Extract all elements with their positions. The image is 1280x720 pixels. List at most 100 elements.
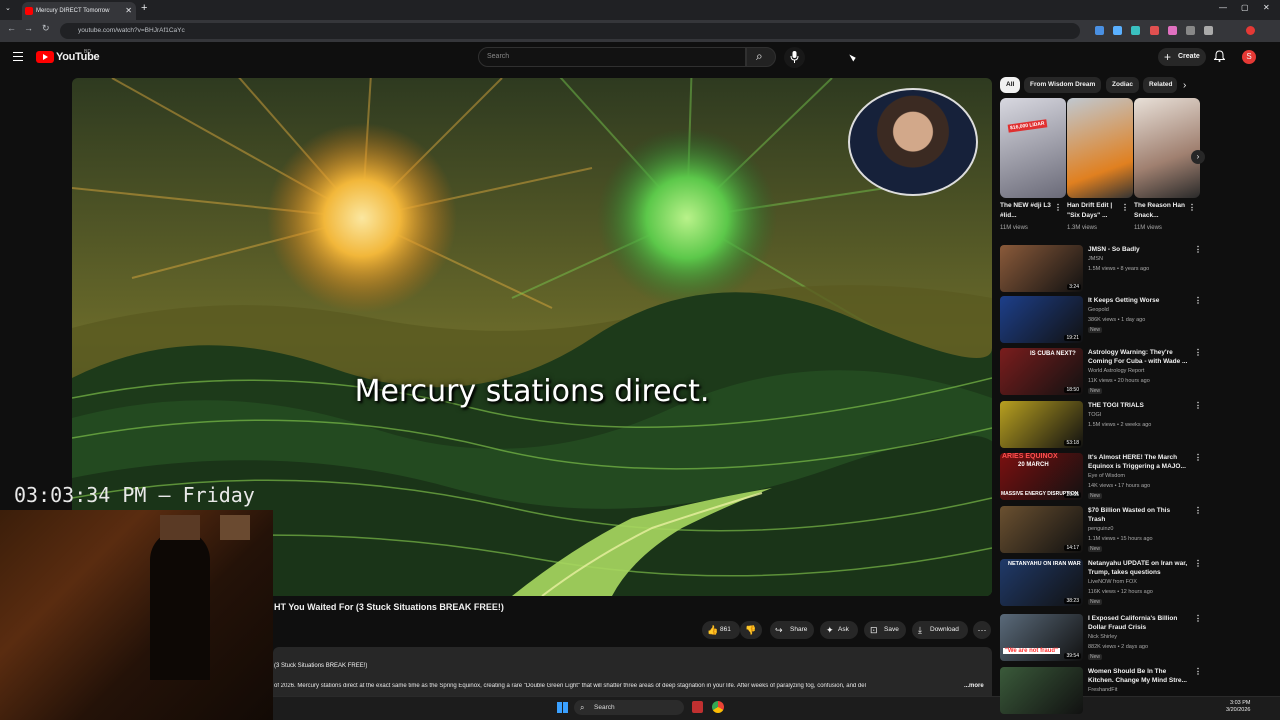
recommendation-title-line2[interactable]: Trump, takes questions <box>1088 568 1190 577</box>
recommendation-more-icon[interactable]: ⋮ <box>1194 559 1202 568</box>
maximize-icon[interactable]: ▢ <box>1241 3 1249 12</box>
recommendation-item[interactable]: Women Should Be In The Kitchen. Change My… <box>1000 667 1202 717</box>
forward-icon[interactable]: → <box>24 23 33 33</box>
search-button[interactable]: ⌕ <box>746 47 776 67</box>
recommendation-channel[interactable]: JMSN <box>1088 256 1103 262</box>
chip-related[interactable]: Related <box>1143 77 1177 93</box>
recommendation-title-line2[interactable]: Kitchen. Change My Mind Stre... <box>1088 676 1190 685</box>
recommendation-more-icon[interactable]: ⋮ <box>1194 296 1202 305</box>
taskbar-clock[interactable]: 3:03 PM 3/20/2026 <box>1226 700 1250 714</box>
show-more-link[interactable]: ...more <box>962 683 984 689</box>
recommendation-more-icon[interactable]: ⋮ <box>1194 614 1202 623</box>
recommendation-more-icon[interactable]: ⋮ <box>1194 401 1202 410</box>
short-more-icon[interactable]: ⋮ <box>1121 203 1129 212</box>
save-button[interactable]: ⊡ Save <box>864 621 906 639</box>
extension-icon[interactable] <box>1186 26 1195 35</box>
chip-all[interactable]: All <box>1000 77 1021 93</box>
extension-icon[interactable] <box>1150 26 1159 35</box>
recommendation-title[interactable]: JMSN - So Badly <box>1088 245 1190 254</box>
recommendation-item[interactable]: 53:18 THE TOGI TRIALS TOGI 1.5M views • 2 w… <box>1000 401 1202 451</box>
short-thumbnail[interactable]: $16,000 LIDAR <box>1000 98 1066 198</box>
url-field[interactable]: youtube.com/watch?v=BHJrAf1CaYc <box>60 23 1080 39</box>
short-thumbnail[interactable] <box>1067 98 1133 198</box>
recommendation-item[interactable]: 39:54 I Exposed California's Billion Dolla… <box>1000 614 1202 664</box>
chip-from-wisdom-dream[interactable]: From Wisdom Dream <box>1024 77 1102 93</box>
recommendation-title[interactable]: It Keeps Getting Worse <box>1088 296 1190 305</box>
new-tab-button[interactable]: + <box>141 2 147 14</box>
windows-start-icon[interactable] <box>557 702 568 713</box>
ask-button[interactable]: ✦ Ask <box>820 621 858 639</box>
avatar[interactable]: S <box>1242 50 1256 64</box>
recommendation-thumbnail[interactable] <box>1000 667 1083 714</box>
reload-icon[interactable]: ↻ <box>42 23 50 34</box>
youtube-logo-icon[interactable] <box>36 51 54 63</box>
recommendation-more-icon[interactable]: ⋮ <box>1194 506 1202 515</box>
voice-search-button[interactable] <box>784 47 805 68</box>
chrome-icon[interactable] <box>712 701 724 713</box>
recommendation-more-icon[interactable]: ⋮ <box>1194 453 1202 462</box>
recommendation-channel[interactable]: LiveNOW from FOX <box>1088 579 1137 585</box>
extension-icon[interactable] <box>1131 26 1140 35</box>
tab-search-icon[interactable]: ⌄ <box>5 4 11 12</box>
notifications-bell-icon[interactable] <box>1213 50 1226 65</box>
recommendation-title[interactable]: Netanyahu UPDATE on Iran war, <box>1088 559 1190 568</box>
shorts-next-button[interactable]: › <box>1191 150 1205 164</box>
recommendation-title[interactable]: THE TOGI TRIALS <box>1088 401 1190 410</box>
profile-icon[interactable] <box>1246 26 1255 35</box>
short-title[interactable]: The Reason Han Snack... <box>1134 201 1186 221</box>
recommendation-title-line2[interactable]: Trash <box>1088 515 1190 524</box>
dislike-button[interactable]: 👎 <box>740 621 762 639</box>
search-input[interactable]: Search <box>478 47 746 67</box>
youtube-logo-text[interactable]: YouTube <box>56 51 100 63</box>
download-button[interactable]: ⤓ Download <box>912 621 968 639</box>
recommendation-title[interactable]: $70 Billion Wasted on This <box>1088 506 1190 515</box>
recommendation-item[interactable]: 19:21 It Keeps Getting Worse Geopold 386K v… <box>1000 296 1202 346</box>
chip-zodiac[interactable]: Zodiac <box>1106 77 1139 93</box>
short-title[interactable]: Han Drift Edit | "Six Days" ... <box>1067 201 1119 221</box>
recommendation-thumbnail[interactable]: 14:17 <box>1000 506 1083 553</box>
recommendation-thumbnail[interactable]: 3:24 <box>1000 245 1083 292</box>
recommendation-title[interactable]: It's Almost HERE! The March <box>1088 453 1190 462</box>
recommendation-thumbnail[interactable]: 19:21 <box>1000 296 1083 343</box>
recommendation-title-line2[interactable]: Equinox is Triggering a MAJO... <box>1088 462 1190 471</box>
recommendation-more-icon[interactable]: ⋮ <box>1194 245 1202 254</box>
extension-icon[interactable] <box>1168 26 1177 35</box>
recommendation-thumbnail[interactable]: 53:18 <box>1000 401 1083 448</box>
recommendation-channel[interactable]: penguinz0 <box>1088 526 1113 532</box>
recommendation-item[interactable]: 14:17 $70 Billion Wasted on This Trash peng… <box>1000 506 1202 556</box>
like-button[interactable]: 👍 861 <box>702 621 740 639</box>
recommendation-title-line2[interactable]: Dollar Fraud Crisis <box>1088 623 1190 632</box>
recommendation-title-line2[interactable]: Coming For Cuba - with Wade ... <box>1088 357 1190 366</box>
create-button[interactable]: + Create <box>1158 48 1206 66</box>
app-icon[interactable] <box>692 701 703 713</box>
recommendation-more-icon[interactable]: ⋮ <box>1194 348 1202 357</box>
extension-icon[interactable] <box>1095 26 1104 35</box>
recommendation-channel[interactable]: FreshandFit <box>1088 687 1117 693</box>
recommendation-title[interactable]: Women Should Be In The <box>1088 667 1190 676</box>
menu-icon[interactable] <box>13 52 23 61</box>
recommendation-channel[interactable]: TOGI <box>1088 412 1101 418</box>
recommendation-channel[interactable]: Eye of Wisdom <box>1088 473 1125 479</box>
recommendation-channel[interactable]: World Astrology Report <box>1088 368 1144 374</box>
recommendation-title[interactable]: Astrology Warning: They're <box>1088 348 1190 357</box>
window-close-icon[interactable]: ✕ <box>1263 3 1270 12</box>
chips-next-icon[interactable]: › <box>1183 80 1186 91</box>
tab-close-icon[interactable]: ✕ <box>125 2 132 20</box>
extensions-puzzle-icon[interactable] <box>1204 26 1213 35</box>
short-title[interactable]: The NEW #dji L3 #lid... <box>1000 201 1052 221</box>
taskbar-search[interactable]: ⌕ Search <box>574 700 684 715</box>
short-thumbnail[interactable] <box>1134 98 1200 198</box>
recommendation-title[interactable]: I Exposed California's Billion <box>1088 614 1190 623</box>
recommendation-more-icon[interactable]: ⋮ <box>1194 667 1202 676</box>
extension-icon[interactable] <box>1113 26 1122 35</box>
back-icon[interactable]: ← <box>7 23 16 33</box>
more-actions-button[interactable]: ⋯ <box>973 621 991 639</box>
minimize-icon[interactable]: — <box>1219 3 1227 12</box>
recommendation-channel[interactable]: Geopold <box>1088 307 1109 313</box>
recommendation-item[interactable]: 3:24 JMSN - So Badly JMSN 1.5M views • 8 ye… <box>1000 245 1202 295</box>
share-button[interactable]: ↪ Share <box>770 621 814 639</box>
browser-tab[interactable]: Mercury DIRECT Tomorrow ✕ <box>22 2 136 20</box>
short-more-icon[interactable]: ⋮ <box>1188 203 1196 212</box>
recommendation-channel[interactable]: Nick Shirley <box>1088 634 1117 640</box>
short-more-icon[interactable]: ⋮ <box>1054 203 1062 212</box>
